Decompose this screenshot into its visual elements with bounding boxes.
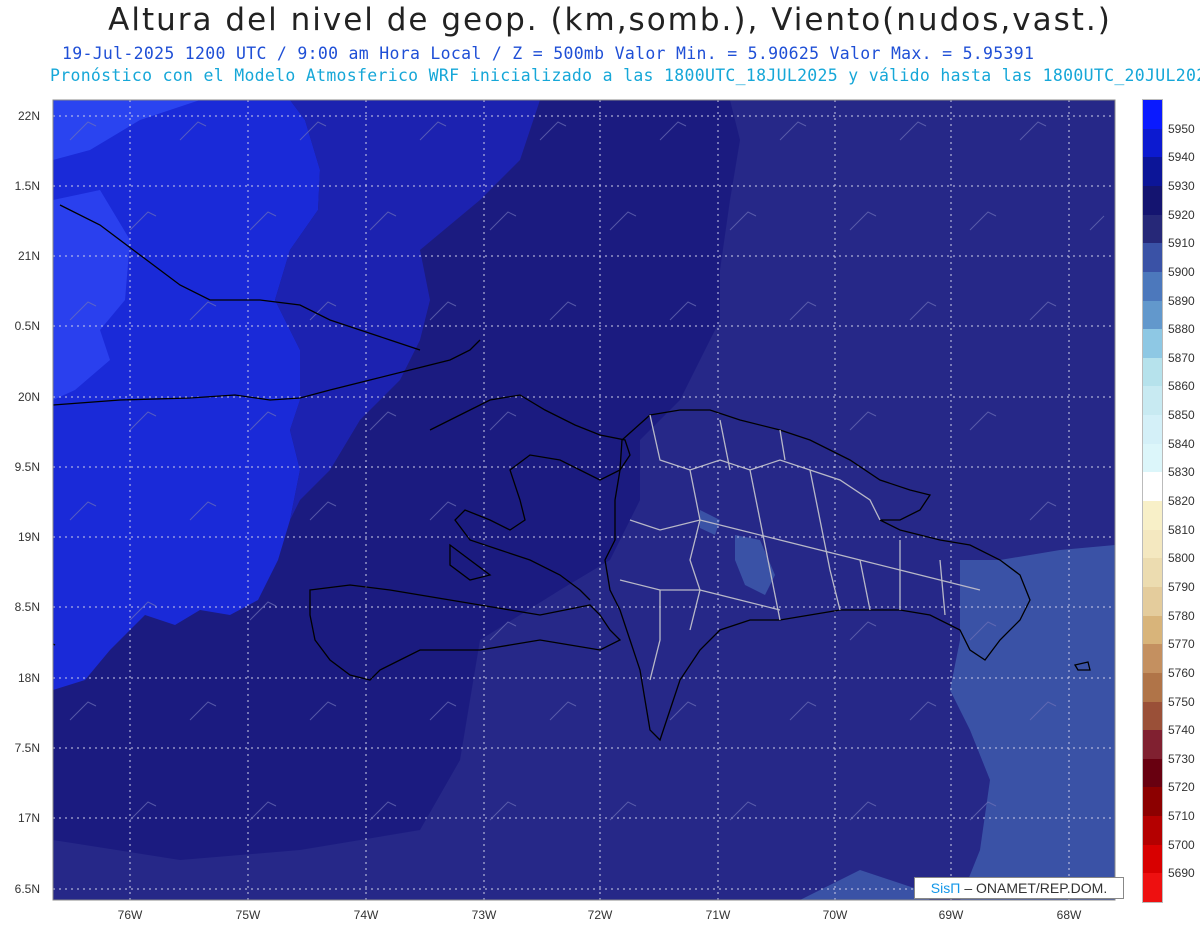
colorbar-label: 5790 (1168, 579, 1195, 594)
colorbar-label: 5800 (1168, 551, 1195, 566)
colorbar-label: 5700 (1168, 837, 1195, 852)
lon-label: 76W (117, 908, 143, 922)
colorbar-swatch (1143, 357, 1162, 387)
colorbar-label: 5830 (1168, 465, 1195, 480)
lon-label: 75W (235, 908, 261, 922)
lat-label: 20N (17, 390, 40, 404)
colorbar-label: 5880 (1168, 322, 1195, 337)
colorbar-swatch (1143, 415, 1162, 445)
colorbar-swatch (1143, 586, 1162, 617)
credit-org: – ONAMET/REP.DOM. (964, 880, 1108, 896)
lat-label: 9.5N (14, 460, 40, 474)
lon-label: 74W (353, 908, 379, 922)
colorbar-label: 5900 (1168, 264, 1195, 279)
lat-label: 18N (17, 671, 40, 685)
colorbar-swatch (1143, 386, 1162, 416)
colorbar-swatch (1143, 816, 1162, 846)
lat-label: 0.5N (14, 319, 40, 333)
lat-label: 22N (17, 109, 40, 123)
lon-label: 70W (822, 908, 848, 922)
lat-label: 7.5N (14, 741, 40, 755)
lon-label: 69W (938, 908, 964, 922)
colorbar-label: 5780 (1168, 608, 1195, 623)
colorbar-swatch (1143, 128, 1162, 158)
colorbar-swatch (1143, 529, 1162, 559)
colorbar-swatch (1143, 243, 1162, 273)
colorbar-label: 5770 (1168, 637, 1195, 652)
colorbar-swatch (1143, 271, 1162, 301)
colorbar-label: 5690 (1168, 866, 1195, 881)
colorbar-swatch (1143, 329, 1162, 359)
colorbar-label: 5810 (1168, 522, 1195, 537)
lat-label: 21N (17, 249, 40, 263)
colorbar-label: 5850 (1168, 408, 1195, 423)
geopotential-shading (53, 100, 1115, 900)
colorbar-swatch (1143, 672, 1162, 702)
colorbar-swatch (1143, 730, 1162, 760)
colorbar-swatch (1143, 157, 1162, 187)
colorbar-label: 5920 (1168, 207, 1195, 222)
colorbar-swatch (1143, 472, 1162, 502)
colorbar (1142, 99, 1163, 903)
colorbar-label: 5820 (1168, 494, 1195, 508)
lat-label: 8.5N (14, 600, 40, 614)
colorbar-swatch (1143, 443, 1162, 473)
lon-label: 72W (587, 908, 613, 922)
lat-label: 1.5N (14, 179, 40, 193)
lat-label: 17N (17, 811, 40, 825)
colorbar-swatch (1143, 758, 1162, 788)
colorbar-label: 5710 (1168, 809, 1195, 824)
colorbar-label: 5870 (1168, 350, 1195, 365)
colorbar-label: 5950 (1168, 121, 1195, 136)
lat-label: 6.5N (14, 882, 40, 896)
colorbar-swatch (1143, 300, 1162, 330)
colorbar-label: 5720 (1168, 780, 1195, 795)
lon-label: 68W (1056, 908, 1082, 922)
colorbar-swatch (1143, 100, 1162, 130)
colorbar-label: 5750 (1168, 694, 1195, 709)
colorbar-label: 5740 (1168, 723, 1195, 738)
colorbar-label: 5940 (1168, 150, 1195, 165)
colorbar-swatch (1143, 787, 1162, 817)
colorbar-label: 5760 (1168, 665, 1195, 680)
colorbar-label: 5910 (1168, 236, 1195, 251)
colorbar-swatch (1143, 615, 1162, 645)
colorbar-swatch (1143, 644, 1162, 674)
colorbar-label: 5930 (1168, 178, 1195, 193)
colorbar-label: 5860 (1168, 379, 1195, 394)
credit-brand: SisΠ (930, 880, 961, 896)
credit-badge: SisΠ – ONAMET/REP.DOM. (914, 877, 1124, 899)
forecast-map (52, 99, 1116, 901)
colorbar-label: 5840 (1168, 436, 1195, 451)
colorbar-swatch (1143, 701, 1162, 731)
colorbar-swatch (1143, 844, 1162, 874)
lon-label: 71W (705, 908, 731, 922)
colorbar-swatch (1143, 214, 1162, 244)
colorbar-swatch (1143, 185, 1162, 216)
colorbar-label: 5730 (1168, 751, 1195, 766)
lat-label: 19N (17, 530, 40, 544)
colorbar-label: 5890 (1168, 293, 1195, 308)
colorbar-swatch (1143, 501, 1162, 531)
lon-label: 73W (471, 908, 497, 922)
colorbar-swatch (1143, 558, 1162, 588)
colorbar-swatch (1143, 873, 1162, 903)
